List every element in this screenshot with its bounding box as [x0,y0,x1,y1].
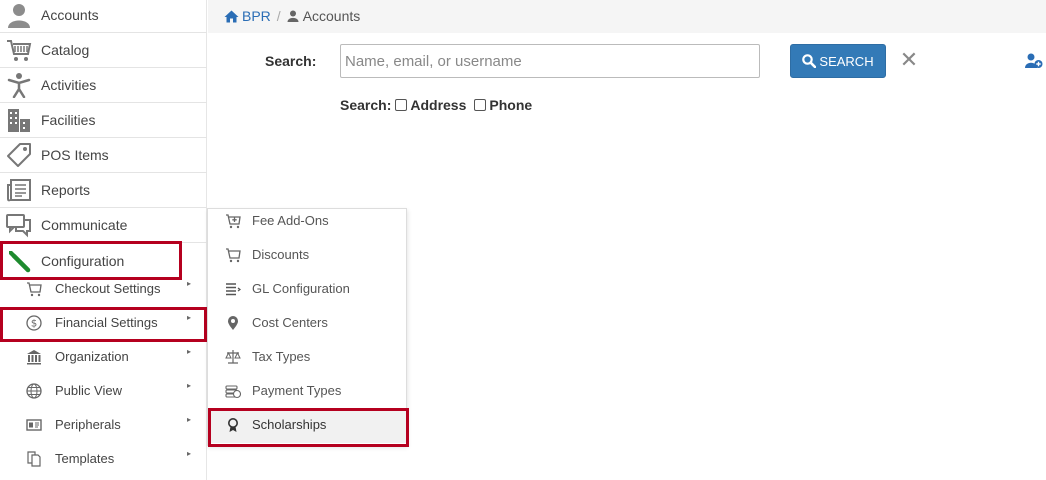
breadcrumb-home-label: BPR [242,8,271,24]
flyout-item-payment-types[interactable]: Payment Types [208,375,406,409]
submenu-arrow-icon: ▸ [187,381,192,390]
sidebar-item-catalog[interactable]: Catalog [0,33,207,68]
sub-item-label: Organization [55,349,129,364]
sub-item-label: Checkout Settings [55,281,161,296]
submenu-arrow-icon: ▸ [187,415,192,424]
flyout-item-label: GL Configuration [252,281,350,296]
submenu-arrow-icon: ▸ [187,449,192,458]
user-icon [0,0,38,33]
breadcrumb-separator: / [276,8,281,24]
address-checkbox-label: Address [410,97,467,113]
breadcrumb-home-link[interactable]: BPR [224,8,271,24]
phone-checkbox-label: Phone [489,97,533,113]
scale-icon [225,350,241,364]
sub-item-peripherals[interactable]: Peripherals ▸ [0,408,207,442]
breadcrumb-current-label: Accounts [302,8,361,24]
cart-small-icon [27,282,42,297]
flyout-item-label: Fee Add-Ons [252,213,329,228]
sidebar-item-label: Catalog [41,42,90,58]
financial-settings-flyout: Fee Add-Ons Discounts GL Configuration C… [207,208,407,446]
sidebar-item-label: Configuration [41,252,125,269]
sub-item-organization[interactable]: Organization ▸ [0,340,207,374]
sub-item-checkout-settings[interactable]: Checkout Settings ▸ [0,272,207,306]
sidebar: Accounts Catalog Activities Facilities P… [0,0,207,480]
chat-icon [0,208,38,243]
submenu-arrow-icon: ▸ [187,313,192,322]
search-label: Search: [265,53,317,69]
sidebar-item-pos-items[interactable]: POS Items [0,138,207,173]
flyout-item-fee-add-ons[interactable]: Fee Add-Ons [208,205,406,239]
sub-item-public-view[interactable]: Public View ▸ [0,374,207,408]
list-icon [226,283,241,296]
sidebar-item-facilities[interactable]: Facilities [0,103,207,138]
flyout-item-label: Payment Types [252,383,342,398]
dollar-circle-icon: $ [26,315,42,331]
sidebar-item-label: Reports [41,182,91,198]
sub-item-label: Public View [55,383,122,398]
phone-checkbox[interactable] [474,99,487,111]
sub-item-financial-settings[interactable]: $ Financial Settings ▸ [0,306,207,340]
globe-icon [26,383,42,399]
flyout-item-scholarships[interactable]: Scholarships [208,409,406,443]
flyout-item-tax-types[interactable]: Tax Types [208,341,406,375]
flyout-item-discounts[interactable]: Discounts [208,239,406,273]
sidebar-item-label: Accounts [41,7,99,23]
sub-item-label: Templates [55,451,115,466]
flyout-item-cost-centers[interactable]: Cost Centers [208,307,406,341]
sidebar-item-label: Facilities [41,112,96,128]
sidebar-item-accounts[interactable]: Accounts [0,0,207,33]
flyout-item-label: Scholarships [252,417,327,432]
submenu-arrow-icon: ▸ [187,279,192,288]
building-icon [0,103,38,138]
breadcrumb-bar: BPR / Accounts [208,0,1046,33]
search-button[interactable]: SEARCH [790,44,886,78]
cart-icon [0,33,38,68]
cart-icon [226,248,241,263]
clear-search-button[interactable]: ✕ [899,49,919,71]
home-icon [224,10,239,22]
search-input[interactable] [340,44,760,78]
flyout-item-label: Cost Centers [252,315,328,330]
sidebar-item-reports[interactable]: Reports [0,173,207,208]
person-activity-icon [0,68,38,103]
sidebar-item-label: POS Items [41,147,109,163]
sidebar-item-label: Activities [41,77,97,93]
sub-item-label: Financial Settings [55,315,158,330]
newspaper-icon [0,173,38,208]
sidebar-item-communicate[interactable]: Communicate [0,208,207,243]
tag-icon [0,138,38,173]
cash-icon [225,385,241,399]
map-marker-icon [228,316,238,330]
flyout-item-gl-configuration[interactable]: GL Configuration [208,273,406,307]
copy-icon [27,451,41,467]
add-user-icon[interactable] [1025,52,1043,70]
id-card-icon [26,419,42,431]
sidebar-item-label: Communicate [41,217,128,233]
search-options-label: Search: [340,97,392,113]
flyout-item-label: Tax Types [252,349,311,364]
cart-plus-icon [226,214,241,229]
address-checkbox[interactable] [395,99,408,111]
search-options: Search: Address Phone [340,97,540,113]
user-icon [287,10,299,22]
flyout-item-label: Discounts [252,247,310,262]
sub-item-templates[interactable]: Templates ▸ [0,442,207,476]
award-icon [228,418,238,432]
bank-icon [27,350,41,365]
search-button-label: SEARCH [819,53,874,69]
search-icon [802,54,817,68]
breadcrumb-current: Accounts [287,8,361,24]
submenu-arrow-icon: ▸ [187,347,192,356]
sidebar-item-activities[interactable]: Activities [0,68,207,103]
sub-item-label: Peripherals [55,417,121,432]
svg-text:$: $ [31,319,37,330]
breadcrumb: BPR / Accounts [224,8,360,24]
